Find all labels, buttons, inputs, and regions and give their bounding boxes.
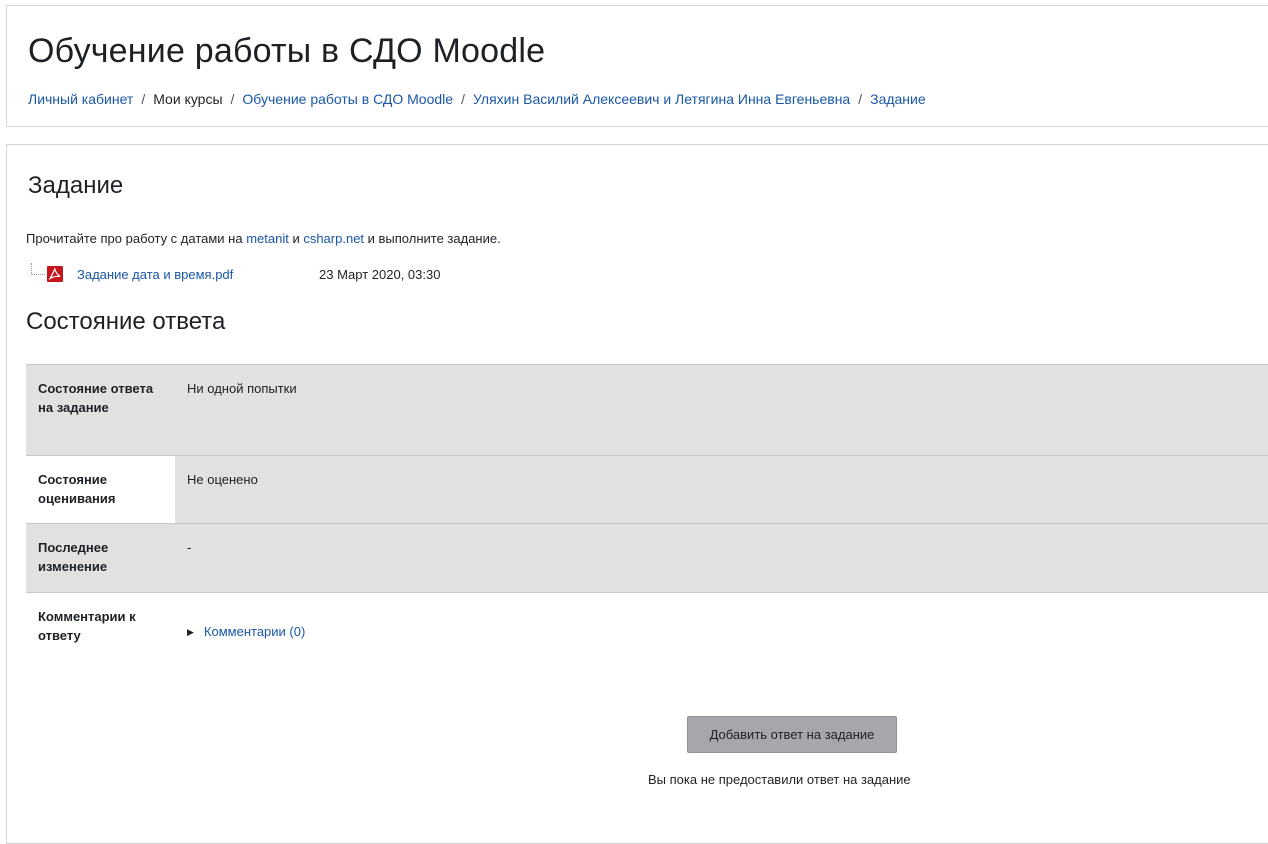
breadcrumb-section[interactable]: Уляхин Василий Алексеевич и Летягина Инн… <box>473 91 850 107</box>
pdf-icon <box>47 266 63 282</box>
row-value: Ни одной попытки <box>175 364 1268 456</box>
breadcrumb-course[interactable]: Обучение работы в СДО Moodle <box>242 91 453 107</box>
file-date: 23 Март 2020, 03:30 <box>319 266 441 282</box>
intro-text-suffix: и выполните задание. <box>364 231 501 246</box>
page-title: Обучение работы в СДО Moodle <box>28 32 546 70</box>
row-value: Не оценено <box>175 455 1268 524</box>
intro-text-prefix: Прочитайте про работу с датами на <box>26 231 247 246</box>
assignment-intro: Прочитайте про работу с датами на metani… <box>26 231 501 246</box>
metanit-link[interactable]: metanit <box>246 231 289 246</box>
table-row: Последнее изменение - <box>26 523 1268 593</box>
row-label: Комментарии к ответу <box>26 592 175 673</box>
row-value: - <box>175 523 1268 593</box>
breadcrumb: Личный кабинет / Мои курсы / Обучение ра… <box>28 91 926 107</box>
breadcrumb-my-courses: Мои курсы <box>153 91 223 107</box>
page-header: Обучение работы в СДО Moodle Личный каби… <box>6 5 1268 127</box>
comments-toggle[interactable]: ▶ Комментарии (0) <box>187 623 305 642</box>
row-label: Состояние ответа на задание <box>26 364 175 456</box>
attached-file: Задание дата и время.pdf 23 Март 2020, 0… <box>31 262 440 286</box>
submission-note: Вы пока не предоставили ответ на задание <box>648 772 911 787</box>
intro-text-middle: и <box>288 231 304 246</box>
breadcrumb-dashboard[interactable]: Личный кабинет <box>28 91 133 107</box>
csharp-net-link[interactable]: csharp.net <box>303 231 364 246</box>
add-submission-button[interactable]: Добавить ответ на задание <box>687 716 897 753</box>
breadcrumb-separator: / <box>461 91 465 107</box>
caret-right-icon: ▶ <box>187 626 194 637</box>
table-row: Комментарии к ответу ▶ Комментарии (0) <box>26 592 1268 673</box>
comments-label: Комментарии (0) <box>203 623 306 639</box>
submission-status-title: Состояние ответа <box>26 308 226 335</box>
file-link[interactable]: Задание дата и время.pdf <box>77 267 233 282</box>
row-value: ▶ Комментарии (0) <box>175 592 1268 673</box>
breadcrumb-separator: / <box>230 91 235 107</box>
table-row: Состояние оценивания Не оценено <box>26 455 1268 524</box>
breadcrumb-assignment[interactable]: Задание <box>870 91 926 107</box>
breadcrumb-separator: / <box>858 91 863 107</box>
breadcrumb-separator: / <box>141 91 146 107</box>
tree-connector <box>31 263 45 275</box>
row-label: Последнее изменение <box>26 523 175 593</box>
assignment-title: Задание <box>28 172 124 199</box>
table-row: Состояние ответа на задание Ни одной поп… <box>26 364 1268 456</box>
row-label: Состояние оценивания <box>26 455 175 524</box>
assignment-region: Задание Прочитайте про работу с датами н… <box>6 144 1268 844</box>
submission-status-table: Состояние ответа на задание Ни одной поп… <box>26 364 1268 673</box>
